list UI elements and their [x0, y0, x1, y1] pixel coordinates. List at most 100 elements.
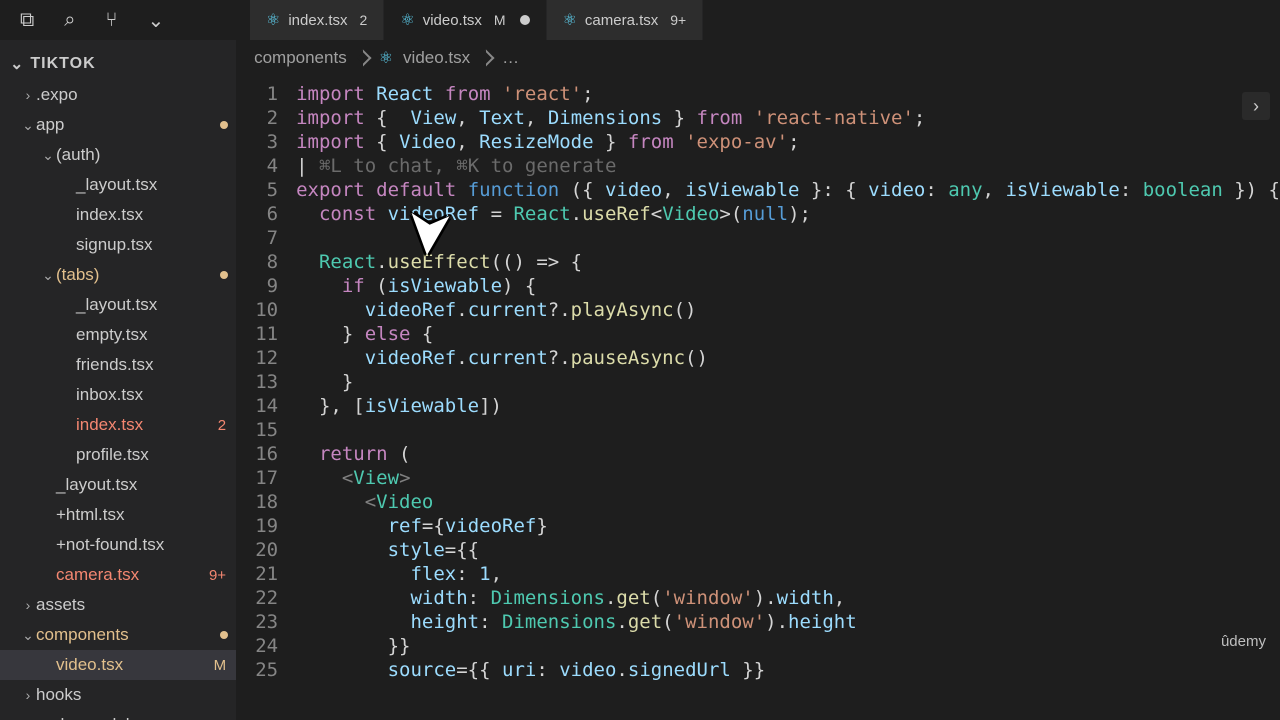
code-line[interactable]: width: Dimensions.get('window').width, [296, 586, 1280, 610]
tree-item[interactable]: _layout.tsx [0, 290, 236, 320]
code-line[interactable]: flex: 1, [296, 562, 1280, 586]
tab-label: video.tsx [423, 12, 482, 29]
line-number: 25 [236, 658, 278, 682]
explorer-title[interactable]: ⌄ TIKTOK [0, 48, 236, 80]
code-line[interactable] [296, 226, 1280, 250]
unsaved-dot-icon [520, 15, 530, 25]
line-number: 12 [236, 346, 278, 370]
file-name: app [36, 115, 220, 135]
file-name: friends.tsx [76, 355, 236, 375]
tree-item[interactable]: ›assets [0, 590, 236, 620]
react-icon: ⚛ [379, 48, 393, 68]
code-editor[interactable]: 1234567891011121314151617181920212223242… [236, 76, 1280, 720]
code-line[interactable]: import { Video, ResizeMode } from 'expo-… [296, 130, 1280, 154]
chevron-right-icon [478, 50, 495, 67]
tree-item[interactable]: inbox.tsx [0, 380, 236, 410]
tree-item[interactable]: signup.tsx [0, 230, 236, 260]
code-line[interactable]: <View> [296, 466, 1280, 490]
line-number: 6 [236, 202, 278, 226]
code-line[interactable]: import React from 'react'; [296, 82, 1280, 106]
file-badge: 2 [218, 417, 236, 434]
code-line[interactable]: source={{ uri: video.signedUrl }} [296, 658, 1280, 682]
tree-item[interactable]: ⌄app [0, 110, 236, 140]
dirty-dot-icon [220, 121, 228, 129]
line-number: 11 [236, 322, 278, 346]
tree-item[interactable]: ›node_modules [0, 710, 236, 720]
code-line[interactable]: ref={videoRef} [296, 514, 1280, 538]
file-name: video.tsx [56, 655, 214, 675]
code-line[interactable]: import { View, Text, Dimensions } from '… [296, 106, 1280, 130]
tree-item[interactable]: +html.tsx [0, 500, 236, 530]
tab-index-tsx[interactable]: ⚛index.tsx2 [250, 0, 384, 40]
tree-item[interactable]: video.tsxM [0, 650, 236, 680]
code-line[interactable]: React.useEffect(() => { [296, 250, 1280, 274]
source-control-icon[interactable]: ⑂ [105, 9, 117, 32]
code-line[interactable]: const videoRef = React.useRef<Video>(nul… [296, 202, 1280, 226]
tree-item[interactable]: index.tsx2 [0, 410, 236, 440]
code-line[interactable] [296, 418, 1280, 442]
file-name: hooks [36, 685, 236, 705]
tree-item[interactable]: ›.expo [0, 80, 236, 110]
file-name: components [36, 625, 220, 645]
tree-item[interactable]: empty.tsx [0, 320, 236, 350]
code-line[interactable]: height: Dimensions.get('window').height [296, 610, 1280, 634]
breadcrumb[interactable]: components ⚛ video.tsx … [236, 40, 1280, 76]
tree-item[interactable]: friends.tsx [0, 350, 236, 380]
chevron-icon: › [20, 87, 36, 103]
chevron-down-icon: ⌄ [10, 54, 24, 74]
tree-item[interactable]: ⌄(tabs) [0, 260, 236, 290]
file-name: +not-found.tsx [56, 535, 236, 555]
chevron-icon: ⌄ [20, 117, 36, 134]
tree-item[interactable]: _layout.tsx [0, 170, 236, 200]
code-area[interactable]: import React from 'react';import { View,… [296, 82, 1280, 720]
chevron-down-icon[interactable]: ⌄ [147, 8, 164, 33]
file-name: signup.tsx [76, 235, 236, 255]
breadcrumb-more[interactable]: … [502, 48, 519, 68]
code-line[interactable]: return ( [296, 442, 1280, 466]
file-name: _layout.tsx [56, 475, 236, 495]
code-line[interactable]: export default function ({ video, isView… [296, 178, 1280, 202]
tree-item[interactable]: index.tsx [0, 200, 236, 230]
code-line[interactable]: style={{ [296, 538, 1280, 562]
dirty-dot-icon [220, 271, 228, 279]
tree-item[interactable]: ⌄components [0, 620, 236, 650]
line-number: 3 [236, 130, 278, 154]
chevron-icon: ⌄ [40, 267, 56, 284]
file-name: camera.tsx [56, 565, 209, 585]
file-name: _layout.tsx [76, 295, 236, 315]
line-number: 14 [236, 394, 278, 418]
code-line[interactable]: videoRef.current?.pauseAsync() [296, 346, 1280, 370]
line-number: 7 [236, 226, 278, 250]
chevron-icon: ⌄ [20, 627, 36, 644]
tab-camera-tsx[interactable]: ⚛camera.tsx9+ [547, 0, 704, 40]
tree-item[interactable]: camera.tsx9+ [0, 560, 236, 590]
code-line[interactable]: } [296, 370, 1280, 394]
code-line[interactable]: }} [296, 634, 1280, 658]
tree-item[interactable]: ⌄(auth) [0, 140, 236, 170]
line-number: 5 [236, 178, 278, 202]
breadcrumb-file[interactable]: video.tsx [403, 48, 470, 68]
tree-item[interactable]: +not-found.tsx [0, 530, 236, 560]
overflow-button[interactable]: › [1242, 92, 1270, 120]
code-line[interactable]: videoRef.current?.playAsync() [296, 298, 1280, 322]
tree-item[interactable]: profile.tsx [0, 440, 236, 470]
breadcrumb-folder[interactable]: components [254, 48, 347, 68]
tree-item[interactable]: _layout.tsx [0, 470, 236, 500]
line-gutter: 1234567891011121314151617181920212223242… [236, 82, 296, 720]
tab-badge: 2 [360, 12, 368, 28]
code-line[interactable]: | ⌘L to chat, ⌘K to generate [296, 154, 1280, 178]
code-line[interactable]: }, [isViewable]) [296, 394, 1280, 418]
line-number: 20 [236, 538, 278, 562]
chevron-right-icon [354, 50, 371, 67]
code-line[interactable]: } else { [296, 322, 1280, 346]
file-name: inbox.tsx [76, 385, 236, 405]
explorer-icon[interactable]: ⧉ [20, 9, 34, 32]
code-line[interactable]: if (isViewable) { [296, 274, 1280, 298]
file-name: .expo [36, 85, 236, 105]
search-icon[interactable]: ⌕ [64, 9, 75, 32]
chevron-icon: › [20, 597, 36, 613]
code-line[interactable]: <Video [296, 490, 1280, 514]
tree-item[interactable]: ›hooks [0, 680, 236, 710]
tab-video-tsx[interactable]: ⚛video.tsxM [384, 0, 546, 40]
file-name: _layout.tsx [76, 175, 236, 195]
